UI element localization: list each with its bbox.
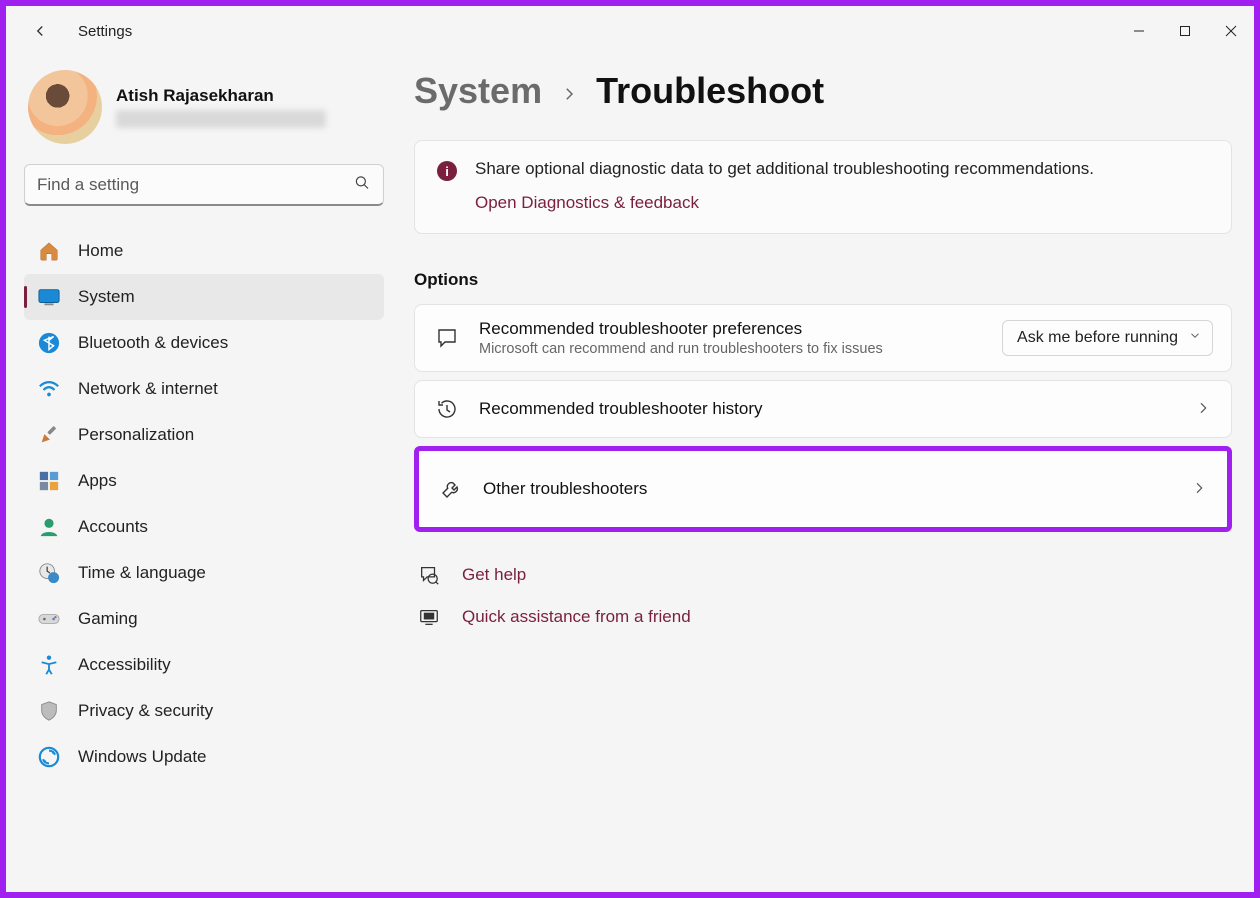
card-subtitle: Microsoft can recommend and run troubles…	[479, 341, 984, 357]
sidebar-item-label: Time & language	[78, 563, 206, 583]
minimize-button[interactable]	[1116, 15, 1162, 47]
card-troubleshooter-preferences[interactable]: Recommended troubleshooter preferences M…	[414, 304, 1232, 372]
card-other-troubleshooters[interactable]: Other troubleshooters	[414, 446, 1232, 532]
chevron-down-icon	[1188, 329, 1202, 348]
maximize-button[interactable]	[1162, 15, 1208, 47]
sidebar-item-system[interactable]: System	[24, 274, 384, 320]
profile-name: Atish Rajasekharan	[116, 86, 326, 106]
person-icon	[38, 516, 60, 538]
content-area: System Troubleshoot i Share optional dia…	[414, 70, 1232, 638]
banner-text: Share optional diagnostic data to get ad…	[475, 159, 1209, 179]
wrench-icon	[437, 475, 465, 503]
history-icon	[433, 395, 461, 423]
sidebar-item-label: Home	[78, 241, 123, 261]
sidebar-item-bluetooth[interactable]: Bluetooth & devices	[24, 320, 384, 366]
wifi-icon	[38, 378, 60, 400]
sidebar-item-label: Windows Update	[78, 747, 207, 767]
clock-globe-icon	[38, 562, 60, 584]
close-button[interactable]	[1208, 15, 1254, 47]
profile[interactable]: Atish Rajasekharan	[24, 70, 384, 144]
sidebar-item-label: Privacy & security	[78, 701, 213, 721]
get-help-link[interactable]: Get help	[414, 554, 1232, 596]
sidebar-item-privacy[interactable]: Privacy & security	[24, 688, 384, 734]
update-icon	[38, 746, 60, 768]
app-title: Settings	[78, 23, 132, 40]
sidebar-item-accessibility[interactable]: Accessibility	[24, 642, 384, 688]
link-label: Quick assistance from a friend	[462, 607, 691, 627]
options-header: Options	[414, 270, 1232, 290]
help-icon	[418, 564, 440, 586]
link-label: Get help	[462, 565, 526, 585]
chevron-right-icon	[560, 85, 578, 108]
sidebar-item-label: Personalization	[78, 425, 194, 445]
sidebar-item-label: Network & internet	[78, 379, 218, 399]
preferences-dropdown[interactable]: Ask me before running	[1002, 320, 1213, 356]
profile-email-blurred	[116, 110, 326, 128]
footer-links: Get help Quick assistance from a friend	[414, 554, 1232, 638]
sidebar-item-label: Accounts	[78, 517, 148, 537]
open-diagnostics-link[interactable]: Open Diagnostics & feedback	[475, 193, 1209, 213]
sidebar-item-label: System	[78, 287, 135, 307]
bluetooth-icon	[38, 332, 60, 354]
sidebar-item-home[interactable]: Home	[24, 228, 384, 274]
sidebar-item-time-language[interactable]: Time & language	[24, 550, 384, 596]
search-icon	[353, 173, 371, 196]
sidebar: Atish Rajasekharan Home System Bluetooth…	[24, 70, 384, 780]
breadcrumb-current: Troubleshoot	[596, 70, 824, 112]
sidebar-item-label: Bluetooth & devices	[78, 333, 228, 353]
titlebar: Settings	[6, 6, 1254, 56]
shield-icon	[38, 700, 60, 722]
card-troubleshooter-history[interactable]: Recommended troubleshooter history	[414, 380, 1232, 438]
search-box[interactable]	[24, 164, 384, 206]
avatar	[28, 70, 102, 144]
sidebar-item-label: Accessibility	[78, 655, 171, 675]
breadcrumb-parent[interactable]: System	[414, 70, 542, 112]
brush-icon	[38, 424, 60, 446]
accessibility-icon	[38, 654, 60, 676]
chat-icon	[433, 324, 461, 352]
sidebar-item-gaming[interactable]: Gaming	[24, 596, 384, 642]
search-input[interactable]	[37, 175, 343, 195]
sidebar-item-label: Gaming	[78, 609, 138, 629]
nav-list: Home System Bluetooth & devices Network …	[24, 228, 384, 780]
back-button[interactable]	[20, 11, 60, 51]
sidebar-item-accounts[interactable]: Accounts	[24, 504, 384, 550]
window-controls	[1116, 15, 1254, 47]
dropdown-value: Ask me before running	[1017, 329, 1178, 346]
card-title: Other troubleshooters	[483, 479, 1173, 499]
breadcrumb: System Troubleshoot	[414, 70, 1232, 112]
remote-assist-icon	[418, 606, 440, 628]
card-title: Recommended troubleshooter preferences	[479, 319, 984, 339]
sidebar-item-windows-update[interactable]: Windows Update	[24, 734, 384, 780]
sidebar-item-network[interactable]: Network & internet	[24, 366, 384, 412]
system-icon	[38, 286, 60, 308]
gamepad-icon	[38, 608, 60, 630]
quick-assistance-link[interactable]: Quick assistance from a friend	[414, 596, 1232, 638]
sidebar-item-personalization[interactable]: Personalization	[24, 412, 384, 458]
card-title: Recommended troubleshooter history	[479, 399, 1177, 419]
apps-icon	[38, 470, 60, 492]
sidebar-item-label: Apps	[78, 471, 117, 491]
chevron-right-icon	[1195, 400, 1213, 418]
diagnostic-banner: i Share optional diagnostic data to get …	[414, 140, 1232, 234]
home-icon	[38, 240, 60, 262]
info-icon: i	[437, 161, 457, 181]
sidebar-item-apps[interactable]: Apps	[24, 458, 384, 504]
chevron-right-icon	[1191, 480, 1209, 498]
